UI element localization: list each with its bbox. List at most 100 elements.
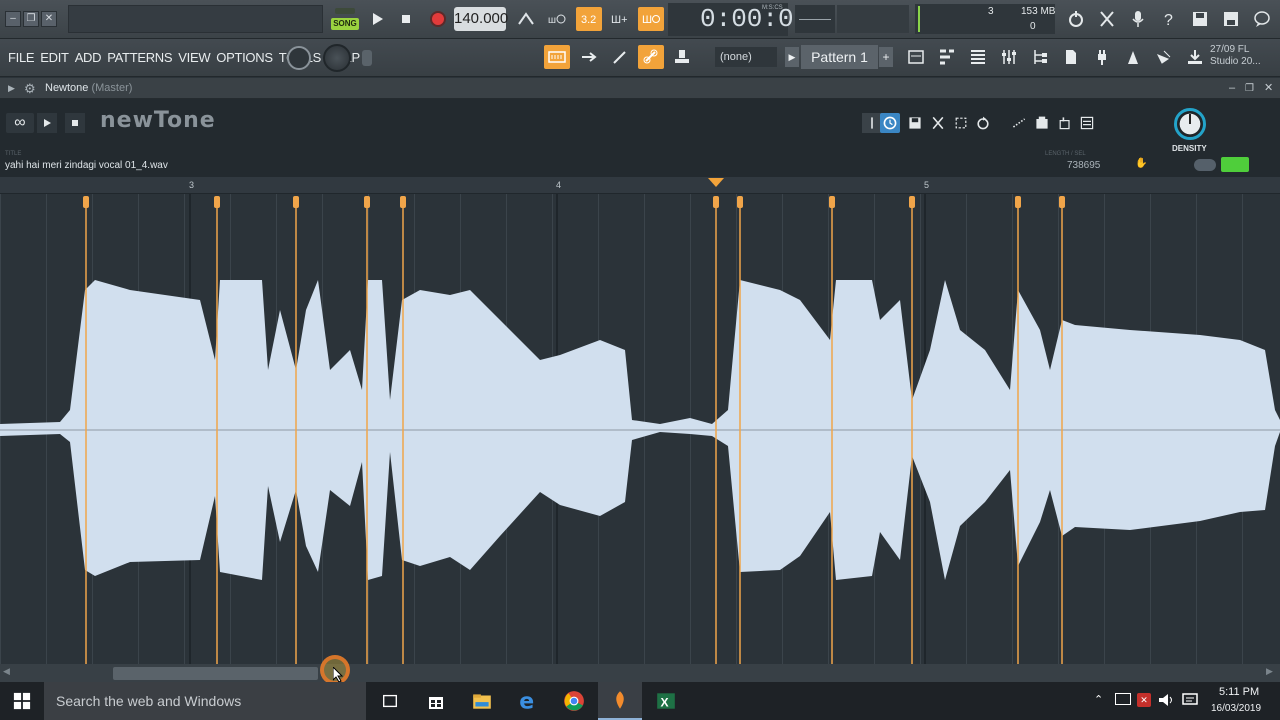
step-edit-button[interactable]: Ш+ [607,7,633,31]
save-button[interactable] [1187,7,1213,31]
stop-button[interactable] [393,7,419,31]
pattern-name[interactable]: Pattern 1 [801,45,878,69]
download-icon [1188,50,1202,64]
play-button[interactable] [37,113,57,133]
svg-text:3.2: 3.2 [581,14,596,26]
record-button[interactable] [425,7,451,31]
playlist-button[interactable] [903,45,929,69]
mixer-button[interactable] [996,45,1022,69]
close-icon[interactable]: ✕ [41,11,57,27]
stamp-button[interactable] [669,45,695,69]
piano-roll-button[interactable] [934,45,960,69]
task-view-button[interactable] [378,689,402,713]
pattern-prev-icon[interactable]: ▶ [785,47,799,67]
settings-button[interactable] [1077,113,1097,133]
security-alert-icon[interactable]: ✕ [1137,693,1151,707]
fl-studio-taskbar-button[interactable] [598,682,642,720]
menu-view[interactable]: VIEW [178,50,210,65]
restore-icon[interactable]: ❐ [1245,78,1254,99]
select-tool-button[interactable] [951,113,971,133]
edge-button[interactable]: e [516,689,540,713]
draw-tool-button[interactable] [607,45,633,69]
link-button[interactable] [638,45,664,69]
touch-controller-button[interactable] [1120,45,1146,69]
metronome-button[interactable] [513,7,539,31]
menu-edit[interactable]: EDIT [40,50,69,65]
pattern-selector[interactable]: (none) [715,47,777,67]
record-audio-button[interactable] [1151,45,1177,69]
bar-number: 5 [924,180,930,190]
speaker-icon[interactable] [1157,692,1175,708]
tempo-display[interactable]: 140.000 [454,7,508,31]
news-ticker[interactable]: 27/09 FL Studio 20... [1210,44,1274,72]
loop-record-button[interactable]: Ш [638,7,664,31]
master-pitch-slider[interactable] [362,50,372,66]
wait-input-button[interactable]: ш [544,7,570,31]
notification-icon[interactable] [1181,692,1199,708]
menu-file[interactable]: FILE [8,50,35,65]
hand-icon[interactable]: ✋ [1135,158,1151,172]
save-sample-button[interactable] [905,113,925,133]
chevron-up-icon[interactable]: ⌃ [1094,693,1103,706]
store-button[interactable] [424,689,448,713]
mic-button[interactable] [1125,7,1151,31]
expand-arrow-icon[interactable]: ▶ [8,78,15,99]
chrome-button[interactable] [562,689,586,713]
time-tool-button[interactable] [880,113,900,133]
channel-rack-button[interactable] [965,45,991,69]
file-explorer-button[interactable] [470,689,494,713]
loop-button[interactable]: ∞ [6,113,34,133]
stop-button[interactable] [65,113,85,133]
pitch-tool-button[interactable] [862,113,882,133]
minimize-icon[interactable]: – [1229,78,1235,99]
refresh-button[interactable] [1063,7,1089,31]
plugin-title-bar: ▶ ⚙ Newtone (Master) – ❐ ✕ [0,78,1280,99]
help-button[interactable]: ? [1156,7,1182,31]
link-toggle-icon[interactable] [1194,159,1216,171]
close-icon[interactable]: ✕ [1264,78,1273,99]
refresh-icon [977,116,989,130]
drag-export-button[interactable] [1055,113,1075,133]
export-button[interactable] [1032,113,1052,133]
plug-button[interactable] [1089,45,1115,69]
gear-icon[interactable]: ⚙ [24,78,36,99]
taskbar-clock-time[interactable]: 5:11 PM [1219,686,1259,698]
density-label: DENSITY [1172,144,1207,153]
reset-button[interactable] [973,113,993,133]
download-button[interactable] [1182,45,1208,69]
browser-button[interactable] [1027,45,1053,69]
countdown-button[interactable]: 3.2 [576,7,602,31]
minimize-icon[interactable]: – [5,11,21,27]
enable-toggle-icon[interactable] [1221,157,1249,172]
memory-usage: 153 MB [1021,6,1056,17]
play-button[interactable] [364,7,390,31]
typing-keyboard-button[interactable] [544,45,570,69]
master-pitch-knob[interactable] [323,44,351,72]
playhead-marker-icon[interactable] [708,178,724,188]
song-mode-toggle[interactable]: SONG [331,6,359,32]
waveform-editor[interactable] [0,194,1280,664]
scrollbar-thumb[interactable] [113,667,318,680]
pattern-add-button[interactable]: + [879,47,893,67]
pitch-tool-icon [871,117,873,129]
taskbar-search[interactable]: Search the web and Windows [44,682,366,720]
restore-icon[interactable]: ❐ [23,11,39,27]
save-as-button[interactable] [1218,7,1244,31]
menu-patterns[interactable]: PATTERNS [107,50,172,65]
cut-tool-button[interactable] [928,113,948,133]
excel-button[interactable]: X [654,689,678,713]
scroll-right-icon[interactable]: ▶ [1266,666,1273,677]
chat-button[interactable] [1249,7,1275,31]
master-volume-knob[interactable] [287,46,311,70]
network-icon[interactable] [1115,693,1131,705]
start-button[interactable] [10,689,34,713]
transients-button[interactable] [1009,113,1029,133]
menu-options[interactable]: OPTIONS [216,50,273,65]
density-knob[interactable] [1174,108,1206,140]
scroll-left-icon[interactable]: ◀ [3,666,10,677]
snap-button[interactable] [576,45,602,69]
plugin-picker-button[interactable] [1058,45,1084,69]
menu-add[interactable]: ADD [75,50,102,65]
cut-button[interactable] [1094,7,1120,31]
taskbar-clock-date[interactable]: 16/03/2019 [1211,703,1261,714]
